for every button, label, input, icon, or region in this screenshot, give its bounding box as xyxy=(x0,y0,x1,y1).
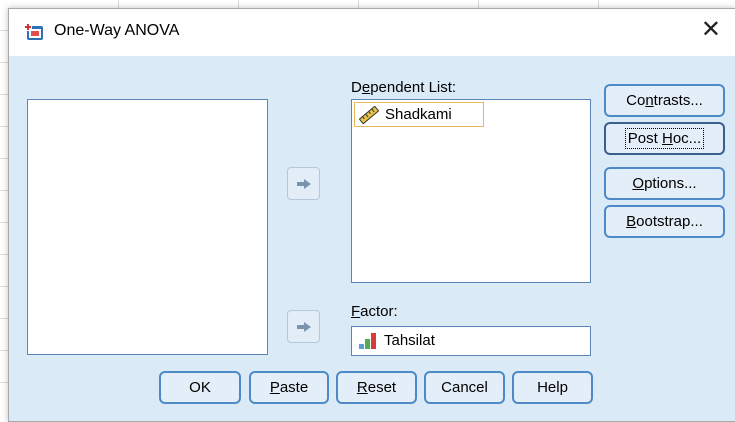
dialog-title: One-Way ANOVA xyxy=(54,22,180,39)
factor-label: Factor: xyxy=(351,303,398,320)
grid-line xyxy=(598,0,599,8)
grid-line xyxy=(478,0,479,8)
factor-field[interactable]: Tahsilat xyxy=(351,326,591,356)
factor-variable-name: Tahsilat xyxy=(384,332,435,349)
right-arrow-icon xyxy=(296,321,311,332)
move-to-dependent-button[interactable] xyxy=(287,167,320,200)
move-to-factor-button[interactable] xyxy=(287,310,320,343)
grid-line xyxy=(358,0,359,8)
dependent-list-box[interactable]: Shadkami xyxy=(351,99,591,283)
factor-variable-item[interactable]: Tahsilat xyxy=(354,328,439,353)
ruler-scale-icon xyxy=(359,105,379,124)
spss-dialog-icon xyxy=(24,23,43,40)
ok-button[interactable]: OK xyxy=(159,371,241,404)
dependent-list-label: Dependent List: xyxy=(351,79,457,96)
close-icon[interactable]: ✕ xyxy=(701,18,721,42)
contrasts-button[interactable]: Contrasts... xyxy=(604,84,725,117)
options-button[interactable]: Options... xyxy=(604,167,725,200)
dependent-variable-item[interactable]: Shadkami xyxy=(354,102,484,127)
bootstrap-button[interactable]: Bootstrap... xyxy=(604,205,725,238)
dependent-variable-name: Shadkami xyxy=(385,106,452,123)
bar-chart-nominal-icon xyxy=(359,332,376,349)
reset-button[interactable]: Reset xyxy=(336,371,417,404)
one-way-anova-dialog: One-Way ANOVA ✕ Dependent List: Shadkami xyxy=(8,8,735,422)
grid-line xyxy=(238,0,239,8)
source-variable-list[interactable] xyxy=(27,99,268,355)
cancel-button[interactable]: Cancel xyxy=(424,371,505,404)
post-hoc-button[interactable]: Post Hoc... xyxy=(604,122,725,155)
title-bar[interactable]: One-Way ANOVA ✕ xyxy=(9,9,735,56)
help-button[interactable]: Help xyxy=(512,371,593,404)
paste-button[interactable]: Paste xyxy=(249,371,329,404)
right-arrow-icon xyxy=(296,178,311,189)
grid-line xyxy=(118,0,119,8)
